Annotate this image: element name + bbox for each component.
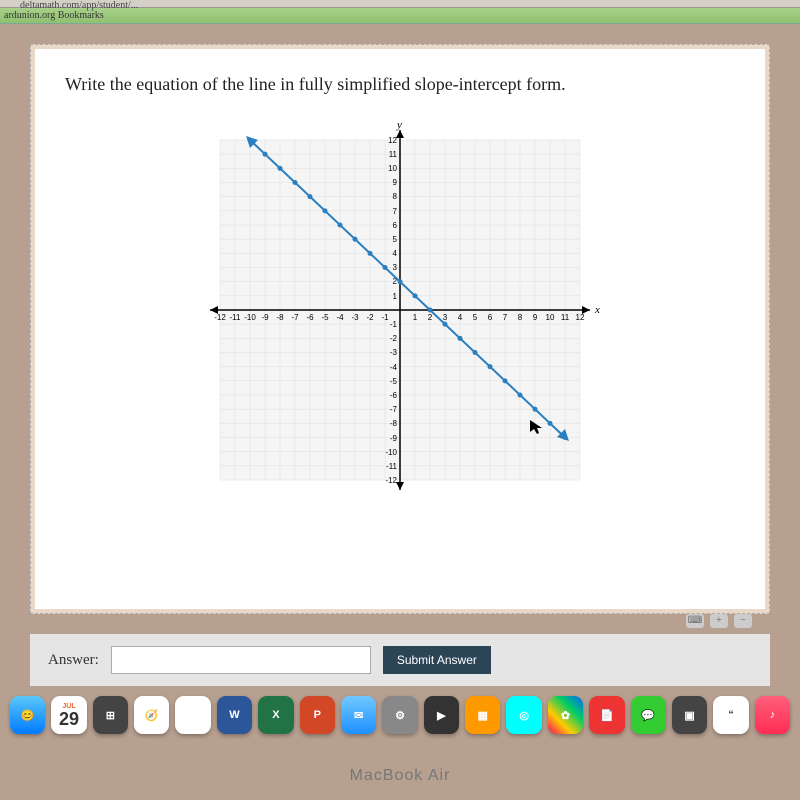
dock-word-icon[interactable]: W: [217, 696, 252, 734]
svg-text:-7: -7: [390, 405, 398, 414]
coordinate-graph: x y -12 -11 -10 -9 -8 -7 -6 -5 -4 -3 -2 …: [190, 120, 610, 520]
svg-text:-5: -5: [390, 377, 398, 386]
svg-text:10: 10: [546, 313, 555, 322]
svg-text:9: 9: [393, 178, 398, 187]
svg-text:5: 5: [393, 235, 398, 244]
dock-powerpoint-icon[interactable]: P: [300, 696, 335, 734]
chart-container: x y -12 -11 -10 -9 -8 -7 -6 -5 -4 -3 -2 …: [65, 120, 735, 520]
plus-icon[interactable]: +: [710, 614, 728, 628]
minus-icon[interactable]: −: [734, 614, 752, 628]
answer-label: Answer:: [48, 652, 99, 669]
svg-text:-9: -9: [261, 313, 269, 322]
tool-icons: ⌨ + −: [686, 614, 752, 628]
svg-text:-4: -4: [390, 363, 398, 372]
svg-text:-7: -7: [291, 313, 299, 322]
y-axis-arrow-up: [396, 130, 404, 138]
svg-text:-8: -8: [390, 419, 398, 428]
dock-photos-icon[interactable]: ✿: [548, 696, 583, 734]
svg-text:-1: -1: [381, 313, 389, 322]
svg-text:-9: -9: [390, 434, 398, 443]
dock-safari-icon[interactable]: 🧭: [134, 696, 169, 734]
dock-pdf-icon[interactable]: 📄: [589, 696, 624, 734]
answer-bar: ⌨ + − Answer: Submit Answer: [30, 634, 770, 686]
dock-notes-icon[interactable]: “: [713, 696, 748, 734]
submit-answer-button[interactable]: Submit Answer: [383, 646, 491, 674]
svg-text:7: 7: [393, 207, 398, 216]
svg-text:2: 2: [428, 313, 433, 322]
svg-text:1: 1: [413, 313, 418, 322]
svg-text:12: 12: [576, 313, 585, 322]
svg-text:-2: -2: [390, 334, 398, 343]
svg-text:-10: -10: [385, 448, 397, 457]
svg-text:-11: -11: [230, 313, 242, 322]
dock-findmy-icon[interactable]: ◎: [506, 696, 541, 734]
answer-input[interactable]: [111, 646, 371, 674]
svg-text:12: 12: [388, 136, 397, 145]
svg-text:-4: -4: [336, 313, 344, 322]
question-prompt: Write the equation of the line in fully …: [65, 74, 735, 95]
svg-text:10: 10: [388, 164, 397, 173]
svg-text:3: 3: [393, 263, 398, 272]
dock-finder-icon[interactable]: 😊: [10, 696, 45, 734]
svg-text:-1: -1: [390, 320, 398, 329]
svg-text:11: 11: [389, 150, 398, 159]
dock-mail-icon[interactable]: ✉: [341, 696, 376, 734]
svg-text:3: 3: [443, 313, 448, 322]
dock-excel-icon[interactable]: X: [258, 696, 293, 734]
svg-text:7: 7: [503, 313, 508, 322]
macos-dock[interactable]: 😊 JUL 29 ⊞ 🧭 ◉ W X P ✉ ⚙ ▶ ▦ ◎ ✿ 📄 💬 ▣ “…: [0, 690, 800, 740]
dock-chrome-icon[interactable]: ◉: [175, 696, 210, 734]
dock-calculator-icon[interactable]: ▦: [465, 696, 500, 734]
svg-text:-3: -3: [351, 313, 359, 322]
svg-text:-2: -2: [366, 313, 374, 322]
svg-text:6: 6: [393, 221, 398, 230]
dock-music-icon[interactable]: ♪: [755, 696, 790, 734]
svg-text:-11: -11: [386, 462, 398, 471]
svg-text:11: 11: [561, 313, 570, 322]
svg-text:8: 8: [393, 192, 398, 201]
svg-text:-6: -6: [390, 391, 398, 400]
svg-text:4: 4: [458, 313, 463, 322]
svg-text:9: 9: [533, 313, 538, 322]
dock-app-icon[interactable]: ▣: [672, 696, 707, 734]
bookmark-item[interactable]: ardunion.org Bookmarks: [4, 10, 104, 21]
svg-text:-12: -12: [385, 476, 397, 485]
dock-settings-icon[interactable]: ⚙: [382, 696, 417, 734]
dock-launchpad-icon[interactable]: ⊞: [93, 696, 128, 734]
svg-text:8: 8: [518, 313, 523, 322]
y-axis-arrow-down: [396, 482, 404, 490]
x-axis-label: x: [594, 304, 600, 316]
dock-messages-icon[interactable]: 💬: [631, 696, 666, 734]
dock-tv-icon[interactable]: ▶: [424, 696, 459, 734]
svg-text:5: 5: [473, 313, 478, 322]
svg-text:1: 1: [393, 292, 398, 301]
svg-text:-3: -3: [390, 348, 398, 357]
svg-text:-5: -5: [321, 313, 329, 322]
question-panel: Write the equation of the line in fully …: [35, 49, 765, 609]
browser-url-bar: deltamath.com/app/student/...: [0, 0, 800, 8]
content-frame: Write the equation of the line in fully …: [30, 44, 770, 614]
svg-text:-6: -6: [306, 313, 314, 322]
svg-text:-10: -10: [244, 313, 256, 322]
keyboard-icon[interactable]: ⌨: [686, 614, 704, 628]
svg-text:-8: -8: [276, 313, 284, 322]
svg-text:6: 6: [488, 313, 493, 322]
device-label: MacBook Air: [0, 767, 800, 785]
y-axis-label: y: [396, 120, 402, 131]
svg-text:4: 4: [393, 249, 398, 258]
dock-calendar-icon[interactable]: JUL 29: [51, 696, 86, 734]
svg-text:-12: -12: [214, 313, 226, 322]
